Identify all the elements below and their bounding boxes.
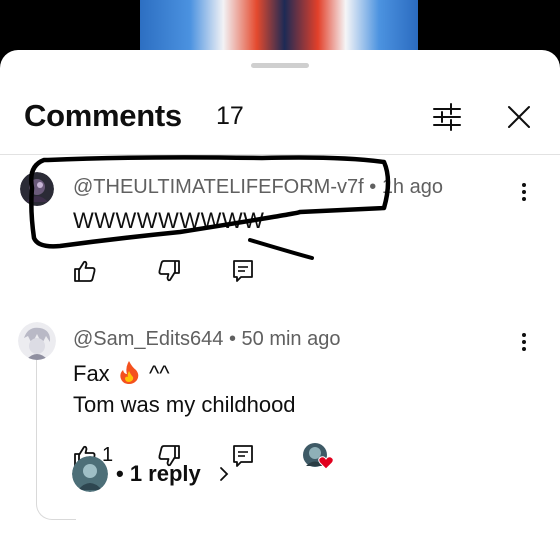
comment-time: 50 min ago: [241, 328, 341, 350]
comment-author[interactable]: @Sam_Edits644: [73, 328, 223, 350]
replies-count: • 1 reply: [116, 461, 201, 486]
header-divider: [0, 154, 560, 155]
comment-text-line-1: Fax ^^: [73, 360, 170, 387]
reply-button[interactable]: [230, 258, 256, 284]
sliders-icon: [433, 103, 461, 131]
close-button[interactable]: [500, 98, 538, 136]
comment-meta: @Sam_Edits644 • 50 min ago: [73, 328, 340, 351]
thumbs-up-icon: [74, 260, 96, 282]
reply-button[interactable]: [230, 443, 256, 469]
heart-icon: [318, 456, 334, 470]
more-vert-icon: [522, 333, 526, 351]
comment-time: 1h ago: [381, 176, 443, 198]
drag-handle[interactable]: [251, 63, 309, 68]
comment-text-part: ^^: [148, 361, 170, 386]
reply-avatar-image: [72, 456, 108, 492]
creator-heart-badge: [302, 442, 334, 472]
more-vert-icon: [522, 183, 526, 201]
meta-separator: •: [228, 328, 242, 350]
reply-icon: [233, 260, 253, 282]
avatar-image: [18, 322, 56, 360]
comment-text-part: Fax: [73, 361, 110, 386]
dislike-button[interactable]: [156, 258, 182, 284]
comment-text: WWWWWWWWW: [73, 208, 265, 233]
fire-emoji: [120, 361, 139, 384]
meta-separator: •: [369, 176, 382, 198]
comment-more-button[interactable]: [514, 330, 534, 354]
comments-count: 17: [216, 102, 244, 130]
comment-text-line-2: Tom was my childhood: [73, 392, 296, 417]
reply-avatar: [72, 456, 108, 492]
commenter-avatar[interactable]: [18, 322, 56, 360]
chevron-right-icon: [220, 467, 229, 481]
reply-icon: [233, 445, 253, 467]
comments-title: Comments: [24, 98, 182, 133]
comment-more-button[interactable]: [514, 180, 534, 204]
sort-filter-button[interactable]: [428, 98, 466, 136]
comments-header: Comments 17: [0, 90, 560, 144]
commenter-avatar[interactable]: [20, 172, 54, 206]
avatar-image: [20, 172, 54, 206]
close-icon: [508, 106, 530, 128]
comment-meta: @THEULTIMATELIFEFORM-v7f • 1h ago: [73, 176, 443, 199]
comment-author[interactable]: @THEULTIMATELIFEFORM-v7f: [73, 176, 364, 198]
thread-connector-line: [36, 360, 76, 520]
like-button[interactable]: [72, 258, 98, 284]
thumbs-down-icon: [158, 260, 180, 282]
